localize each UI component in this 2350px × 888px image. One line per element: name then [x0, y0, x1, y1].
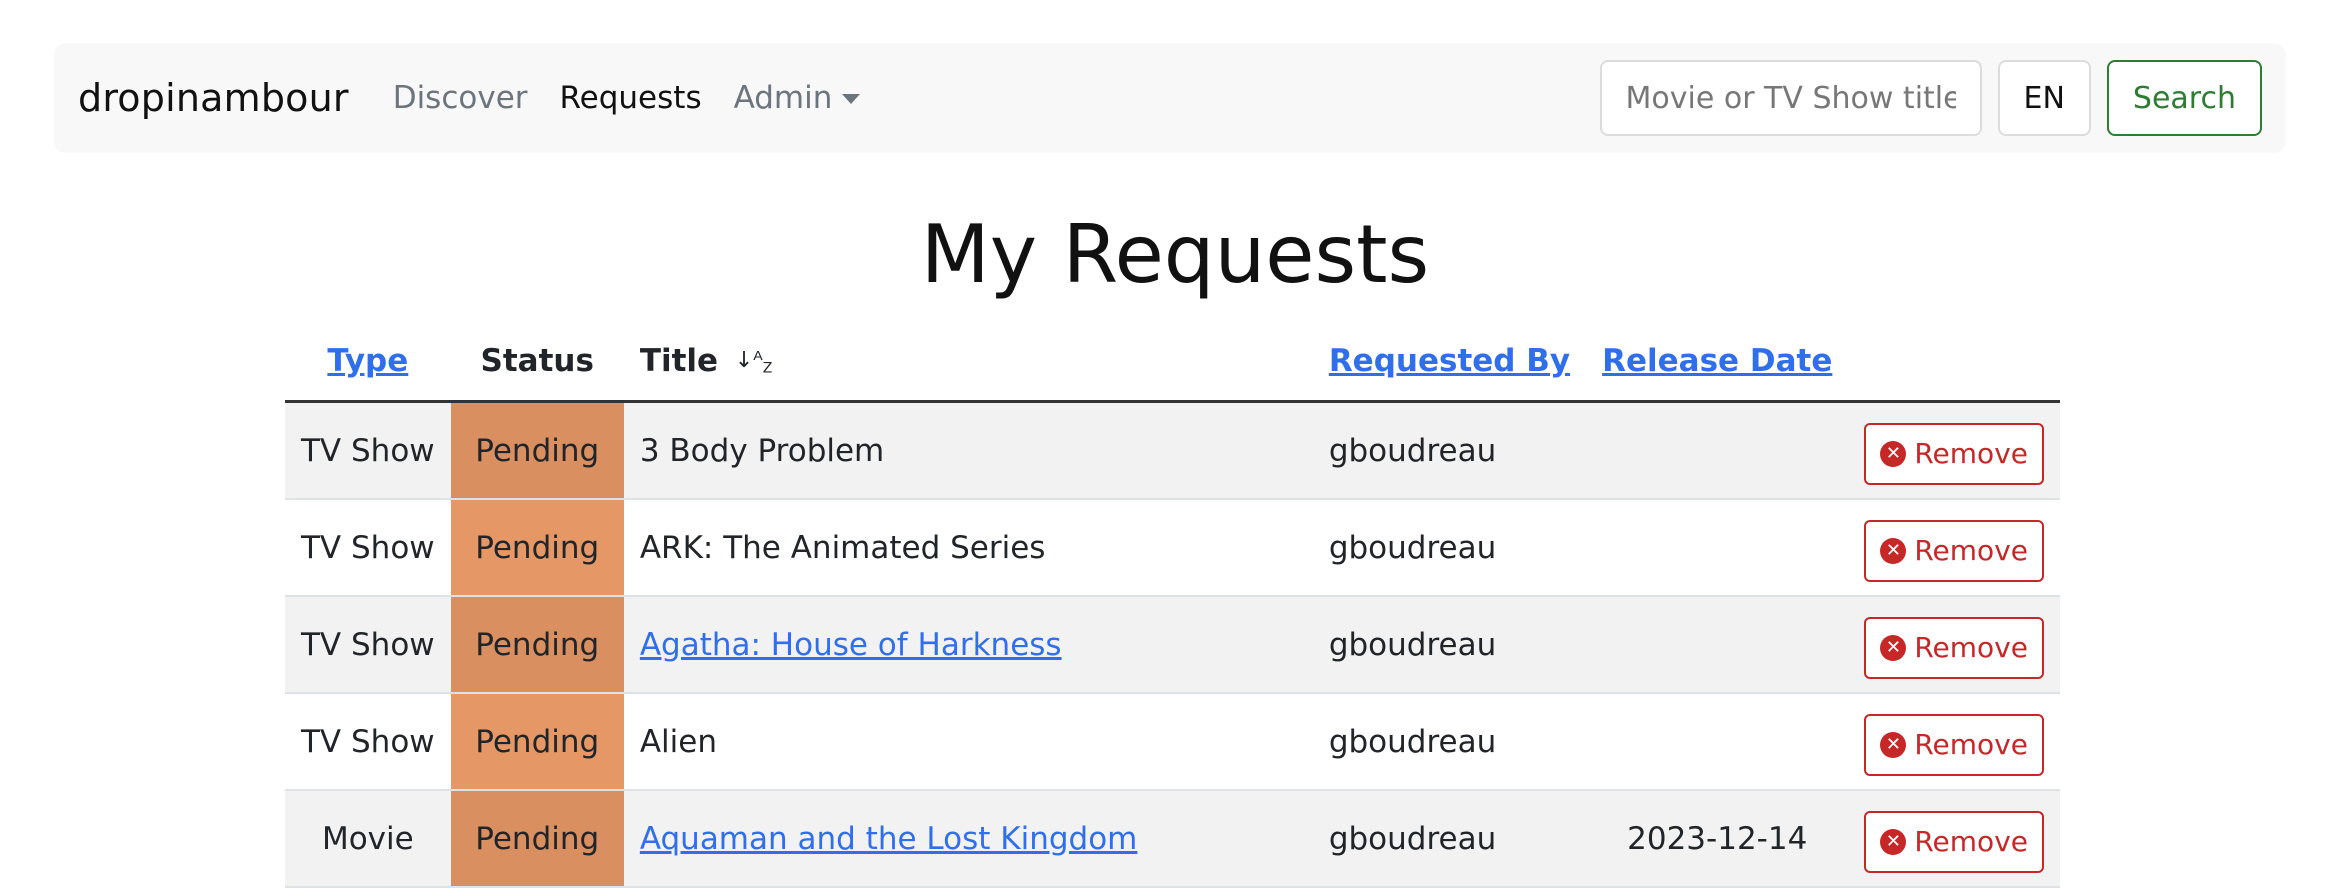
page-title: My Requests — [920, 208, 1430, 301]
release-date — [1586, 596, 1849, 694]
requested-by: gboudreau — [1312, 401, 1587, 500]
sort-by-type-link[interactable]: Type — [327, 343, 408, 379]
nav-dropdown-admin[interactable]: Admin — [734, 80, 861, 116]
action-cell: ✕ Remove — [1848, 790, 2060, 888]
remove-button[interactable]: ✕ Remove — [1864, 810, 2044, 873]
request-title-cell: Alien — [623, 693, 1313, 791]
action-cell: ✕ Remove — [1848, 596, 2060, 694]
table-row: TV Show Pending Agatha: House of Harknes… — [285, 596, 2060, 694]
requested-by: gboudreau — [1312, 790, 1587, 888]
remove-button-label: Remove — [1914, 728, 2028, 761]
header-type: Type — [285, 322, 451, 403]
request-title-link[interactable]: Aquaman and the Lost Kingdom — [640, 821, 1138, 857]
brand-logo[interactable]: dropinambour — [78, 76, 349, 120]
header-requested-by: Requested By — [1312, 322, 1587, 403]
search-input[interactable] — [1599, 60, 1982, 136]
status-badge: Pending — [450, 401, 624, 500]
header-title-label: Title — [639, 343, 719, 379]
remove-button-label: Remove — [1914, 631, 2028, 664]
nav-link-discover[interactable]: Discover — [393, 80, 528, 116]
remove-button-label: Remove — [1914, 437, 2028, 470]
language-button[interactable]: EN — [1997, 60, 2091, 136]
request-title-cell: 3 Body Problem — [623, 401, 1313, 500]
table-header-row: Type Status Title ↓ᴬZ Requested By Relea… — [285, 322, 2060, 403]
remove-button[interactable]: ✕ Remove — [1864, 616, 2044, 679]
requested-by: gboudreau — [1312, 693, 1587, 791]
request-title-text: 3 Body Problem — [639, 432, 885, 469]
nav-dropdown-admin-label: Admin — [733, 80, 833, 116]
sort-by-release-date-link[interactable]: Release Date — [1602, 343, 1832, 379]
x-circle-icon: ✕ — [1880, 828, 1907, 855]
requests-table: Type Status Title ↓ᴬZ Requested By Relea… — [285, 322, 2060, 888]
remove-button[interactable]: ✕ Remove — [1864, 422, 2044, 485]
nav-search-group: EN Search — [1599, 60, 2262, 136]
caret-down-icon — [842, 94, 861, 104]
request-type: Movie — [285, 790, 451, 888]
request-title-link[interactable]: Agatha: House of Harkness — [640, 627, 1062, 663]
x-circle-icon: ✕ — [1880, 634, 1907, 661]
table-row: TV Show Pending ARK: The Animated Series… — [285, 499, 2060, 597]
request-title-cell: Aquaman and the Lost Kingdom — [623, 790, 1313, 888]
status-badge: Pending — [450, 499, 624, 597]
request-type: TV Show — [285, 401, 451, 500]
release-date — [1586, 499, 1849, 597]
request-title-text: Alien — [639, 723, 717, 760]
remove-button[interactable]: ✕ Remove — [1864, 519, 2044, 582]
action-cell: ✕ Remove — [1848, 499, 2060, 597]
x-circle-icon: ✕ — [1880, 440, 1907, 467]
remove-button[interactable]: ✕ Remove — [1864, 713, 2044, 776]
release-date — [1586, 401, 1849, 500]
release-date — [1586, 693, 1849, 791]
request-title-cell: ARK: The Animated Series — [623, 499, 1313, 597]
request-type: TV Show — [285, 693, 451, 791]
sort-by-requested-by-link[interactable]: Requested By — [1329, 343, 1570, 379]
request-title-text: ARK: The Animated Series — [639, 529, 1046, 566]
header-status: Status — [450, 322, 624, 403]
remove-button-label: Remove — [1914, 534, 2028, 567]
header-release-date: Release Date — [1586, 322, 1849, 403]
action-cell: ✕ Remove — [1848, 401, 2060, 500]
header-actions — [1848, 322, 2060, 403]
status-badge: Pending — [450, 693, 624, 791]
table-row: TV Show Pending Alien gboudreau ✕ Remove — [285, 693, 2060, 791]
x-circle-icon: ✕ — [1880, 537, 1907, 564]
search-button[interactable]: Search — [2106, 60, 2262, 136]
request-type: TV Show — [285, 499, 451, 597]
remove-button-label: Remove — [1914, 825, 2028, 858]
requested-by: gboudreau — [1312, 596, 1587, 694]
release-date: 2023-12-14 — [1586, 790, 1849, 888]
top-navbar: dropinambour Discover Requests Admin EN … — [54, 43, 2286, 153]
sort-alpha-down-icon: ↓ᴬZ — [734, 348, 773, 377]
header-title[interactable]: Title ↓ᴬZ — [623, 322, 1313, 403]
action-cell: ✕ Remove — [1848, 693, 2060, 791]
x-circle-icon: ✕ — [1880, 731, 1907, 758]
request-type: TV Show — [285, 596, 451, 694]
nav-link-requests[interactable]: Requests — [560, 80, 702, 116]
table-row: Movie Pending Aquaman and the Lost Kingd… — [285, 790, 2060, 888]
request-title-cell: Agatha: House of Harkness — [623, 596, 1313, 694]
table-row: TV Show Pending 3 Body Problem gboudreau… — [285, 401, 2060, 500]
requested-by: gboudreau — [1312, 499, 1587, 597]
status-badge: Pending — [450, 790, 624, 888]
status-badge: Pending — [450, 596, 624, 694]
